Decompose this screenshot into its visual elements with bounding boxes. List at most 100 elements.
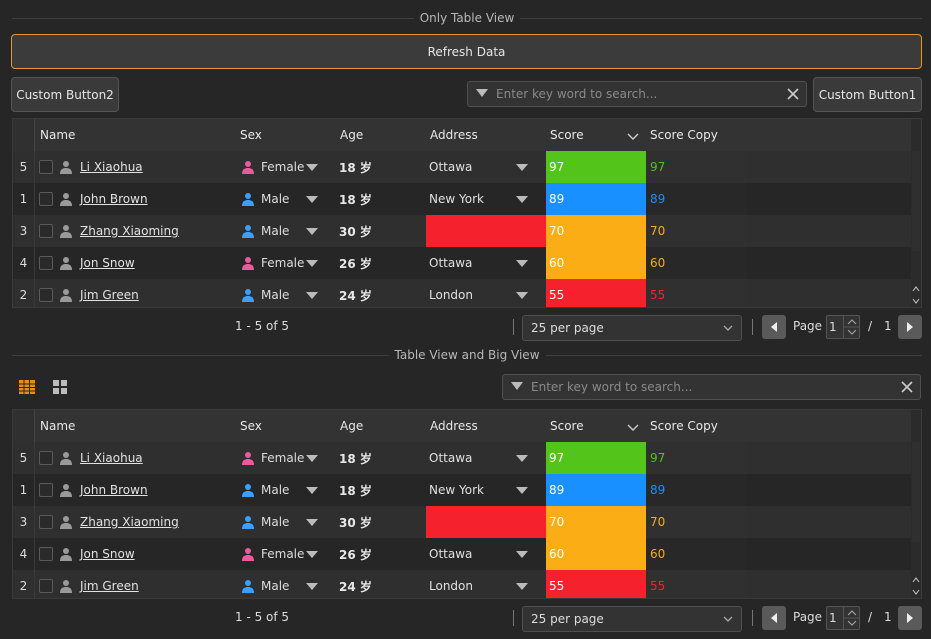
filter-icon[interactable]: [503, 382, 531, 392]
sex-dropdown-icon[interactable]: [306, 228, 318, 235]
table-row[interactable]: 5 Li Xiaohua Female 18 岁 Ottawa 97 97: [13, 151, 913, 183]
name-link[interactable]: John Brown: [80, 474, 148, 506]
column-header[interactable]: Sex: [240, 410, 262, 442]
prev-page-button[interactable]: [762, 606, 786, 630]
name-link[interactable]: Zhang Xiaoming: [80, 506, 179, 538]
spin-buttons[interactable]: [843, 316, 860, 338]
table-row[interactable]: 2 Jim Green Male 24 岁 London 55 55: [13, 279, 913, 307]
custom-button1[interactable]: Custom Button1: [813, 77, 922, 112]
name-link[interactable]: Jon Snow: [80, 247, 135, 279]
sex-dropdown-icon[interactable]: [306, 487, 318, 494]
per-page-select[interactable]: 25 per page: [522, 606, 742, 632]
sex-value: Female: [261, 451, 305, 465]
sort-chevron-icon[interactable]: [627, 130, 639, 144]
row-checkbox[interactable]: [39, 224, 53, 238]
score-cell: 55: [546, 279, 646, 307]
custom-button2[interactable]: Custom Button2: [11, 77, 119, 112]
prev-page-button[interactable]: [762, 315, 786, 339]
name-link[interactable]: Jon Snow: [80, 538, 135, 570]
clear-icon[interactable]: [780, 88, 806, 100]
table-row[interactable]: 3 Zhang Xiaoming Male 30 岁 70 70: [13, 215, 913, 247]
sex-dropdown-icon[interactable]: [306, 519, 318, 526]
address-value: New York: [429, 483, 484, 497]
address-dropdown-icon[interactable]: [516, 292, 528, 299]
address-empty-cell[interactable]: [426, 506, 546, 538]
per-page-select[interactable]: 25 per page: [522, 315, 742, 341]
column-header[interactable]: Name: [40, 410, 75, 442]
table-row[interactable]: 1 John Brown Male 18 岁 New York 89 89: [13, 474, 913, 506]
next-page-button[interactable]: [898, 606, 922, 630]
row-checkbox[interactable]: [39, 547, 53, 561]
sex-dropdown-icon[interactable]: [306, 551, 318, 558]
page-separator: /: [868, 319, 873, 333]
column-header[interactable]: Address: [430, 410, 478, 442]
search-input[interactable]: [531, 380, 894, 394]
table-row[interactable]: 2 Jim Green Male 24 岁 London 55 55: [13, 570, 913, 598]
name-link[interactable]: John Brown: [80, 183, 148, 215]
sex-dropdown-icon[interactable]: [306, 455, 318, 462]
column-header[interactable]: Age: [340, 410, 363, 442]
address-dropdown-icon[interactable]: [516, 260, 528, 267]
row-checkbox[interactable]: [39, 483, 53, 497]
address-dropdown-icon[interactable]: [516, 164, 528, 171]
column-header[interactable]: Sex: [240, 119, 262, 151]
scroll-arrows-icon[interactable]: [912, 576, 920, 598]
sex-dropdown-icon[interactable]: [306, 196, 318, 203]
column-header[interactable]: Name: [40, 119, 75, 151]
name-link[interactable]: Jim Green: [80, 570, 139, 598]
table-row[interactable]: 3 Zhang Xiaoming Male 30 岁 70 70: [13, 506, 913, 538]
vertical-scrollbar[interactable]: [911, 119, 921, 307]
vertical-scrollbar[interactable]: [911, 410, 921, 598]
row-number: 3: [13, 506, 35, 538]
column-header[interactable]: Age: [340, 119, 363, 151]
address-dropdown-icon[interactable]: [516, 455, 528, 462]
column-header[interactable]: Address: [430, 119, 478, 151]
table-row[interactable]: 4 Jon Snow Female 26 岁 Ottawa 60 60: [13, 538, 913, 570]
address-dropdown-icon[interactable]: [516, 583, 528, 590]
address-dropdown-icon[interactable]: [516, 551, 528, 558]
row-checkbox[interactable]: [39, 451, 53, 465]
column-header[interactable]: Score Copy: [650, 410, 718, 442]
scrollbar-thumb[interactable]: [912, 151, 920, 251]
filter-icon[interactable]: [468, 89, 496, 99]
column-header[interactable]: Score: [550, 410, 584, 442]
name-link[interactable]: Li Xiaohua: [80, 442, 143, 474]
table-row[interactable]: 4 Jon Snow Female 26 岁 Ottawa 60 60: [13, 247, 913, 279]
refresh-data-button[interactable]: Refresh Data: [11, 34, 922, 69]
table-row[interactable]: 1 John Brown Male 18 岁 New York 89 89: [13, 183, 913, 215]
divider: [513, 610, 514, 626]
sex-dropdown-icon[interactable]: [306, 260, 318, 267]
page-input[interactable]: 1: [826, 315, 860, 339]
row-checkbox[interactable]: [39, 160, 53, 174]
row-number: 5: [13, 151, 35, 183]
scrollbar-thumb[interactable]: [912, 442, 920, 542]
sort-chevron-icon[interactable]: [627, 421, 639, 435]
sex-dropdown-icon[interactable]: [306, 292, 318, 299]
name-link[interactable]: Jim Green: [80, 279, 139, 307]
table-row[interactable]: 5 Li Xiaohua Female 18 岁 Ottawa 97 97: [13, 442, 913, 474]
clear-icon[interactable]: [894, 381, 920, 393]
sex-dropdown-icon[interactable]: [306, 583, 318, 590]
name-link[interactable]: Zhang Xiaoming: [80, 215, 179, 247]
spin-buttons[interactable]: [843, 607, 860, 629]
page-input[interactable]: 1: [826, 606, 860, 630]
scroll-arrows-icon[interactable]: [912, 285, 920, 307]
header-corner: [13, 410, 35, 442]
address-dropdown-icon[interactable]: [516, 196, 528, 203]
name-link[interactable]: Li Xiaohua: [80, 151, 143, 183]
address-empty-cell[interactable]: [426, 215, 546, 247]
search-input[interactable]: [496, 87, 780, 101]
age-value: 18 岁: [339, 192, 372, 207]
big-view-icon[interactable]: [51, 378, 69, 396]
row-checkbox[interactable]: [39, 515, 53, 529]
row-checkbox[interactable]: [39, 579, 53, 593]
row-checkbox[interactable]: [39, 288, 53, 302]
column-header[interactable]: Score Copy: [650, 119, 718, 151]
table-view-icon[interactable]: [18, 378, 36, 396]
row-checkbox[interactable]: [39, 256, 53, 270]
address-dropdown-icon[interactable]: [516, 487, 528, 494]
row-checkbox[interactable]: [39, 192, 53, 206]
sex-dropdown-icon[interactable]: [306, 164, 318, 171]
column-header[interactable]: Score: [550, 119, 584, 151]
next-page-button[interactable]: [898, 315, 922, 339]
